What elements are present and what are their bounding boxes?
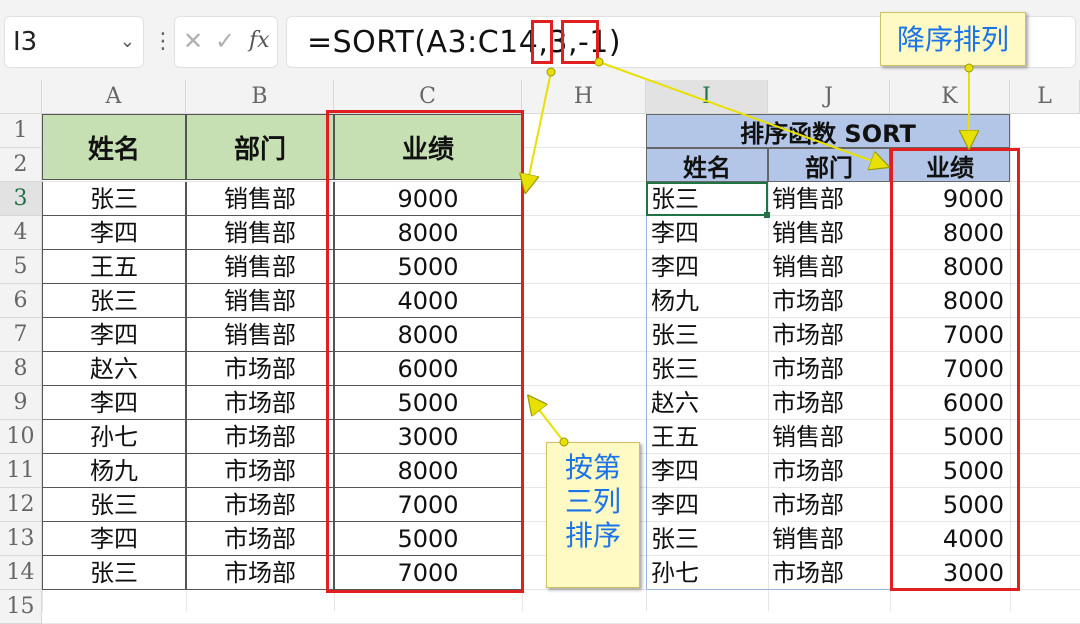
arrow-minus1-to-column-k [598,61,886,166]
arrow-arg3-to-column-c [526,71,552,190]
annotation-arrows [0,57,1080,447]
arrow-callout-to-column-c [530,398,565,443]
